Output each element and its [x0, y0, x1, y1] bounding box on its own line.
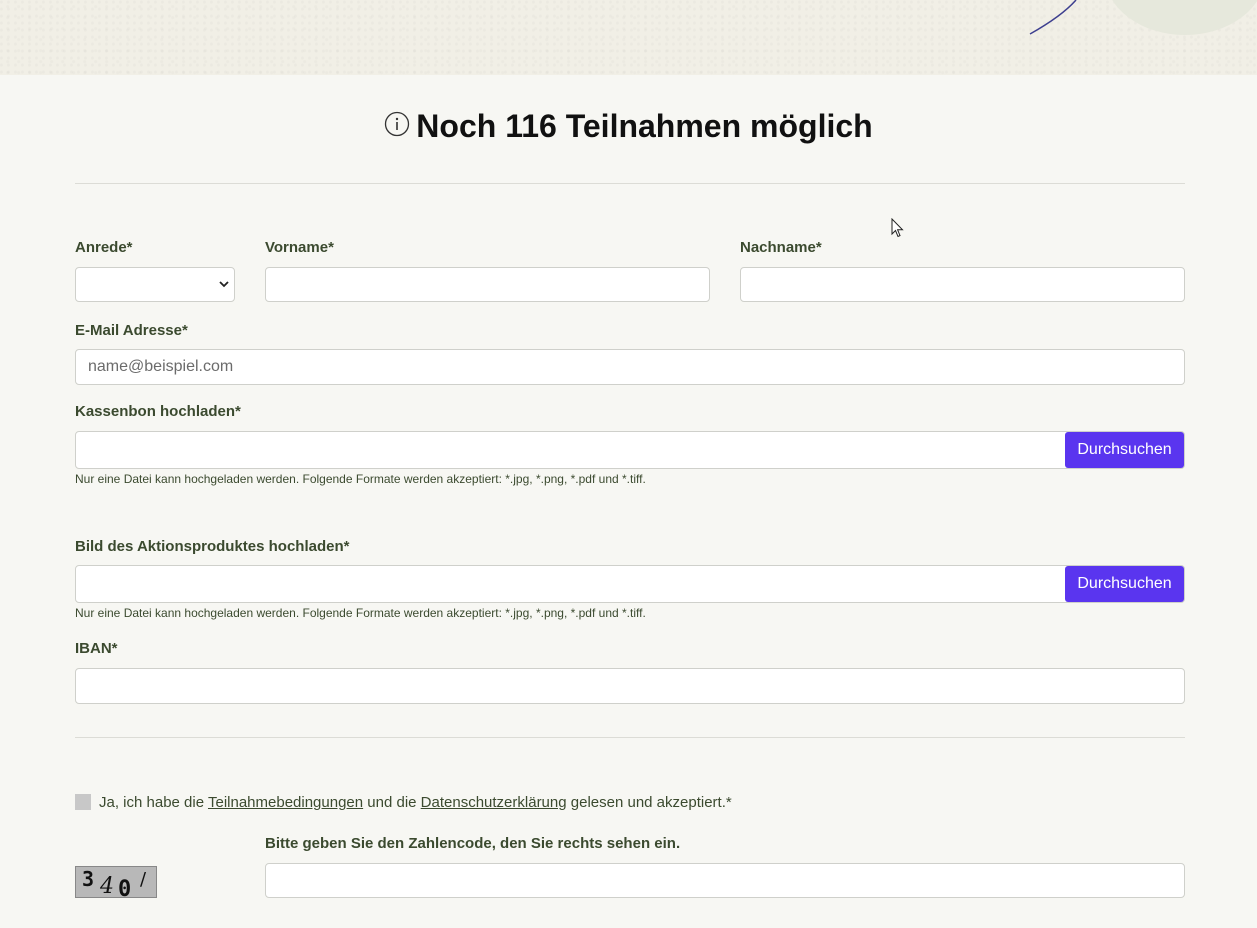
consent-text: Ja, ich habe die Teilnahmebedingungen un… — [99, 794, 732, 811]
consent-middle: und die — [363, 794, 421, 811]
product-upload-hint: Nur eine Datei kann hochgeladen werden. … — [75, 606, 646, 620]
email-label: E-Mail Adresse* — [75, 322, 188, 339]
consent-suffix: gelesen und akzeptiert.* — [566, 794, 732, 811]
banner-decoration — [1029, 0, 1257, 35]
terms-link[interactable]: Teilnahmebedingungen — [208, 794, 363, 811]
privacy-link[interactable]: Datenschutzerklärung — [421, 794, 567, 811]
receipt-upload-label: Kassenbon hochladen* — [75, 403, 241, 420]
first-name-label: Vorname* — [265, 239, 334, 256]
email-input[interactable] — [75, 349, 1185, 385]
captcha-digit-4: / — [140, 869, 147, 890]
salutation-select[interactable] — [75, 267, 235, 302]
product-file-input[interactable] — [75, 565, 1185, 603]
top-banner — [0, 0, 1257, 75]
divider-bottom — [75, 737, 1185, 738]
info-icon — [384, 108, 410, 145]
consent-checkbox[interactable] — [75, 794, 91, 810]
product-upload-label: Bild des Aktionsproduktes hochladen* — [75, 538, 350, 555]
first-name-input[interactable] — [265, 267, 710, 302]
last-name-input[interactable] — [740, 267, 1185, 302]
iban-label: IBAN* — [75, 640, 118, 657]
captcha-image: 3 4 0 / — [75, 866, 157, 898]
product-browse-button[interactable]: Durchsuchen — [1065, 566, 1184, 602]
receipt-browse-button[interactable]: Durchsuchen — [1065, 432, 1184, 468]
captcha-label: Bitte geben Sie den Zahlencode, den Sie … — [265, 835, 681, 852]
captcha-digit-3: 0 — [118, 877, 131, 897]
divider-top — [75, 183, 1185, 184]
captcha-digit-2: 4 — [99, 874, 114, 897]
receipt-upload-hint: Nur eine Datei kann hochgeladen werden. … — [75, 472, 646, 486]
captcha-input[interactable] — [265, 863, 1185, 898]
iban-input[interactable] — [75, 668, 1185, 704]
receipt-file-input[interactable] — [75, 431, 1185, 469]
page-title-text: Noch 116 Teilnahmen möglich — [416, 108, 873, 144]
captcha-digit-1: 3 — [82, 867, 94, 891]
last-name-label: Nachname* — [740, 239, 822, 256]
salutation-label: Anrede* — [75, 239, 133, 256]
mouse-cursor-icon — [891, 218, 904, 238]
consent-prefix: Ja, ich habe die — [99, 794, 208, 811]
page-title: Noch 116 Teilnahmen möglich — [0, 108, 1257, 147]
